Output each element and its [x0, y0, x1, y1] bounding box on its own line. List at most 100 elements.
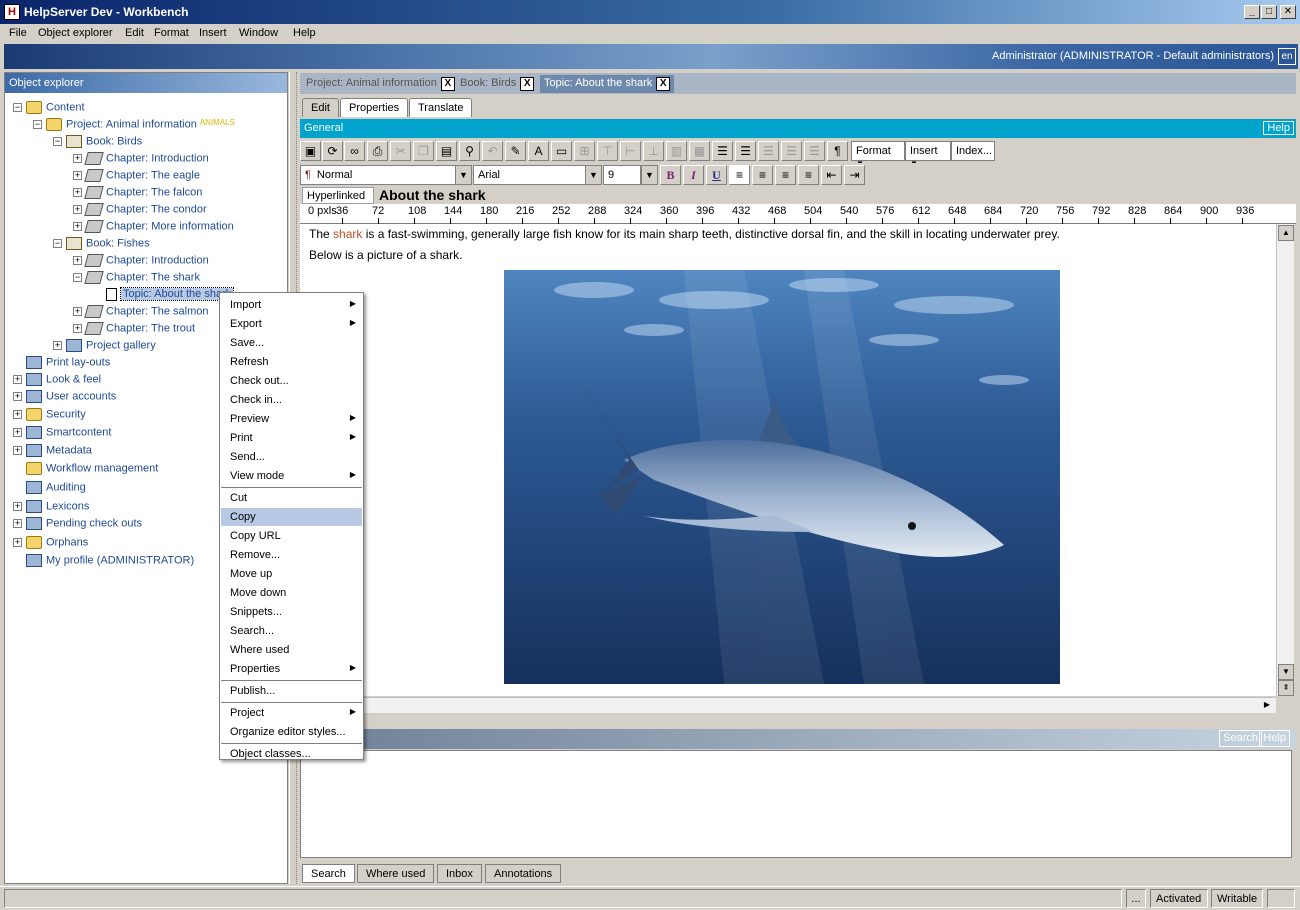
expand-icon[interactable]: + — [73, 171, 82, 180]
collapse-icon[interactable]: − — [53, 239, 62, 248]
merge-icon[interactable]: ▥ — [666, 141, 687, 161]
underline-icon[interactable]: U — [706, 165, 727, 185]
collapse-icon[interactable]: − — [73, 273, 82, 282]
menu-item-check-out[interactable]: Check out... — [221, 372, 362, 390]
menu-item-move-up[interactable]: Move up — [221, 565, 362, 583]
tree-item[interactable]: + Lexicons — [13, 500, 89, 517]
tree-item[interactable]: + Chapter: The trout — [73, 322, 195, 339]
doc-tab-topic[interactable]: Topic: About the shark X — [540, 75, 675, 93]
delete-row-icon[interactable]: ⊥ — [643, 141, 664, 161]
tree-item-label[interactable]: My profile (ADMINISTRATOR) — [46, 554, 194, 566]
index-button[interactable]: Index... — [951, 141, 995, 161]
close-button[interactable]: ✕ — [1280, 5, 1296, 19]
tree-item-label[interactable]: Metadata — [46, 444, 92, 456]
paste-icon[interactable]: ▤ — [436, 141, 457, 161]
menu-object-explorer[interactable]: Object explorer — [38, 27, 113, 39]
tree-item-label[interactable]: Auditing — [46, 481, 86, 493]
tree-item[interactable]: Workflow management — [13, 462, 158, 479]
tree-item[interactable]: + Smartcontent — [13, 426, 111, 443]
collapse-icon[interactable]: − — [33, 120, 42, 129]
tab-properties[interactable]: Properties — [340, 98, 409, 117]
expand-icon[interactable]: + — [73, 256, 82, 265]
format-dropdown[interactable]: Format ▼ — [851, 141, 905, 168]
tree-item-label[interactable]: Chapter: Introduction — [106, 254, 209, 266]
expand-icon[interactable]: + — [73, 205, 82, 214]
list-outdent-icon[interactable]: ☰ — [804, 141, 825, 161]
minimize-button[interactable]: _ — [1244, 5, 1260, 19]
tree-item-label[interactable]: Topic: About the shark — [119, 287, 235, 302]
tab-where-used[interactable]: Where used — [357, 864, 435, 883]
tree-item-label[interactable]: Book: Fishes — [86, 237, 150, 249]
menu-item-copy[interactable]: Copy — [221, 508, 362, 526]
menu-item-check-in[interactable]: Check in... — [221, 391, 362, 409]
menu-item-refresh[interactable]: Refresh — [221, 353, 362, 371]
chevron-down-icon[interactable]: ▼ — [455, 165, 472, 185]
refresh-icon[interactable]: ⟳ — [322, 141, 343, 161]
collapse-icon[interactable]: − — [13, 103, 22, 112]
tree-item[interactable]: + Metadata — [13, 444, 92, 461]
tree-item-label[interactable]: Chapter: The condor — [106, 203, 207, 215]
size-combo[interactable]: 9 — [603, 165, 641, 185]
expand-icon[interactable]: + — [73, 154, 82, 163]
menu-item-move-down[interactable]: Move down — [221, 584, 362, 602]
style-combo[interactable]: ¶ Normal — [300, 165, 456, 185]
print-icon[interactable]: ⎙ — [367, 141, 388, 161]
menu-format[interactable]: Format — [154, 27, 189, 39]
expand-icon[interactable]: + — [13, 502, 22, 511]
doc-tab-project[interactable]: Project: Animal information X — [302, 75, 459, 93]
undo-icon[interactable]: ↶ — [482, 141, 503, 161]
expand-icon[interactable]: + — [13, 392, 22, 401]
tree-item-label[interactable]: Chapter: The eagle — [106, 169, 200, 181]
menu-item-send[interactable]: Send... — [221, 448, 362, 466]
tab-translate[interactable]: Translate — [409, 98, 473, 117]
save-icon[interactable]: ▣ — [300, 141, 321, 161]
tree-item[interactable]: − Book: Fishes — [53, 237, 150, 254]
tree-item-label[interactable]: Lexicons — [46, 500, 89, 512]
tree-item[interactable]: Auditing — [13, 481, 86, 498]
expand-icon[interactable]: + — [13, 375, 22, 384]
menu-insert[interactable]: Insert — [199, 27, 227, 39]
tree-item[interactable]: + Security — [13, 408, 86, 425]
tree-item-label[interactable]: Chapter: The trout — [106, 322, 195, 334]
tree-item[interactable]: + Chapter: More information — [73, 220, 234, 237]
tab-edit[interactable]: Edit — [302, 98, 339, 117]
menu-help[interactable]: Help — [293, 27, 316, 39]
bullet-list-icon[interactable]: ☰ — [735, 141, 756, 161]
resize-grip-icon[interactable] — [1267, 889, 1295, 908]
tree-item[interactable]: + Chapter: The condor — [73, 203, 207, 220]
tree-item[interactable]: − Content — [13, 101, 85, 118]
tree-item-label[interactable]: Smartcontent — [46, 426, 111, 438]
doc-tab-book[interactable]: Book: Birds X — [456, 75, 538, 93]
tree-item-label[interactable]: Security — [46, 408, 86, 420]
expand-icon[interactable]: + — [73, 324, 82, 333]
tree-item[interactable]: + Look & feel — [13, 373, 101, 390]
tree-item-label[interactable]: Look & feel — [46, 373, 101, 385]
expand-icon[interactable]: + — [13, 538, 22, 547]
tree-item[interactable]: + Chapter: The falcon — [73, 186, 202, 203]
language-button[interactable]: en — [1278, 48, 1296, 65]
menu-item-remove[interactable]: Remove... — [221, 546, 362, 564]
menu-item-snippets[interactable]: Snippets... — [221, 603, 362, 621]
menu-item-project[interactable]: Project ▶ — [221, 704, 362, 722]
scroll-page-up-icon[interactable]: ⇞ — [1278, 680, 1294, 696]
align-left-icon[interactable]: ≡ — [729, 165, 750, 185]
vertical-scrollbar[interactable]: ▲ ▼ ⇞ — [1276, 224, 1294, 696]
tree-item-label[interactable]: Book: Birds — [86, 135, 142, 147]
menu-item-search[interactable]: Search... — [221, 622, 362, 640]
italic-icon[interactable]: I — [683, 165, 704, 185]
tree-item-label[interactable]: Pending check outs — [46, 517, 142, 529]
tree-item[interactable]: + Chapter: Introduction — [73, 254, 209, 271]
expand-icon[interactable]: + — [13, 410, 22, 419]
menu-item-save[interactable]: Save... — [221, 334, 362, 352]
bottom-help-button[interactable]: Help — [1259, 730, 1290, 747]
expand-icon[interactable]: + — [73, 307, 82, 316]
menu-item-copy-url[interactable]: Copy URL — [221, 527, 362, 545]
text-color-icon[interactable]: A — [528, 141, 549, 161]
justify-icon[interactable]: ≡ — [798, 165, 819, 185]
menu-file[interactable]: File — [9, 27, 27, 39]
tab-annotations[interactable]: Annotations — [485, 864, 562, 883]
expand-icon[interactable]: + — [13, 446, 22, 455]
align-center-icon[interactable]: ≡ — [752, 165, 773, 185]
tree-item[interactable]: Print lay-outs — [13, 356, 110, 373]
tree-item-label[interactable]: Project gallery — [86, 339, 156, 351]
